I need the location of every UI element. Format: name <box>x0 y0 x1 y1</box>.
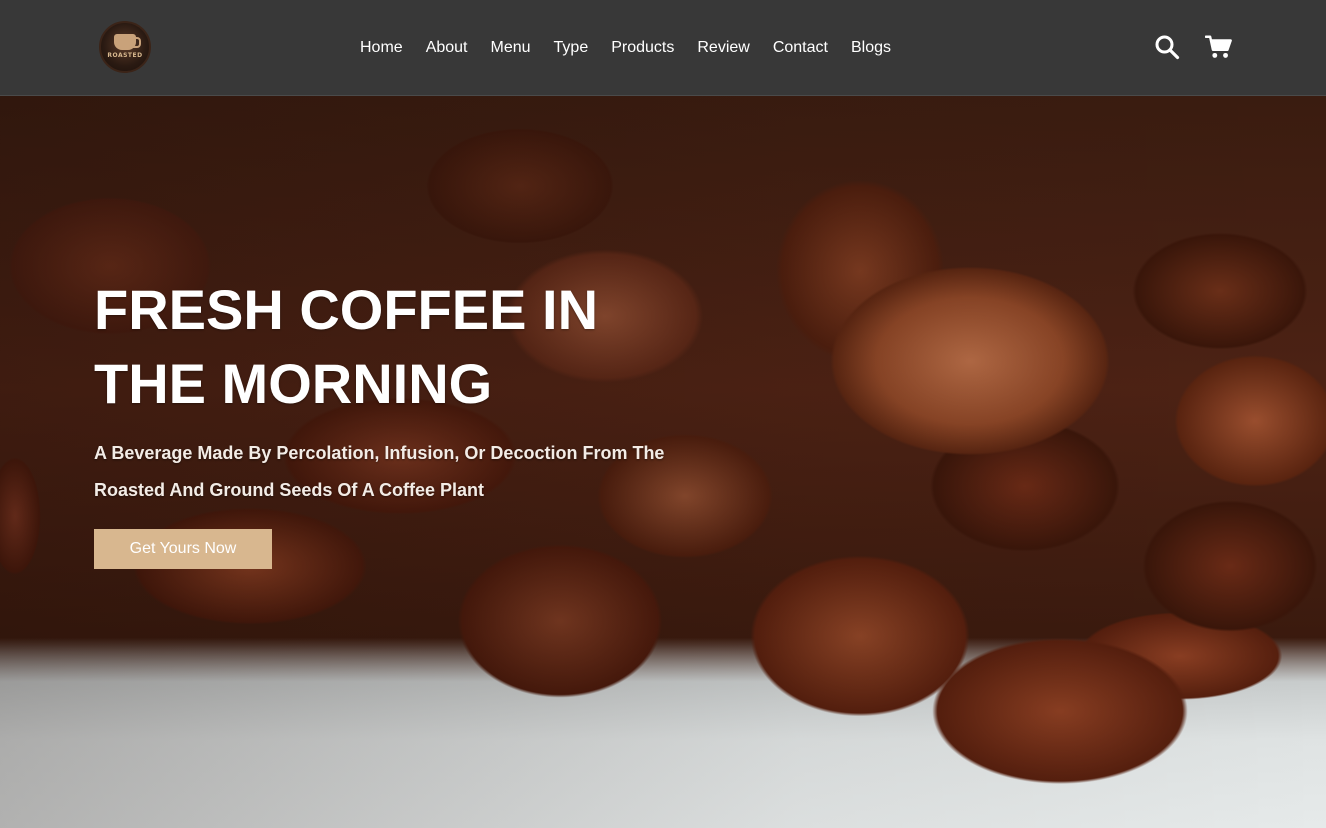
main-nav: Home About Menu Type Products Review Con… <box>360 0 914 96</box>
hero-subtitle: A Beverage Made By Percolation, Infusion… <box>94 443 665 500</box>
nav-review[interactable]: Review <box>697 40 749 56</box>
hero-title: FRESH COFFEE IN THE MORNING <box>94 278 599 415</box>
cart-icon <box>1205 35 1232 58</box>
search-icon <box>1155 35 1180 60</box>
nav-menu[interactable]: Menu <box>491 40 531 56</box>
brand-logo[interactable]: ROASTED <box>99 21 151 73</box>
cart-button[interactable] <box>1205 33 1233 61</box>
site-header: ROASTED Home About Menu Type Products Re… <box>0 0 1326 96</box>
header-actions <box>1153 33 1233 61</box>
nav-about[interactable]: About <box>426 40 468 56</box>
hero-section: FRESH COFFEE IN THE MORNING A Beverage M… <box>0 96 1326 828</box>
logo-text: ROASTED <box>107 51 143 59</box>
nav-contact[interactable]: Contact <box>773 40 828 56</box>
hero-content: FRESH COFFEE IN THE MORNING A Beverage M… <box>94 273 794 569</box>
nav-home[interactable]: Home <box>360 40 403 56</box>
coffee-cup-icon <box>114 33 141 50</box>
nav-type[interactable]: Type <box>554 40 589 56</box>
get-yours-now-button[interactable]: Get Yours Now <box>94 529 272 569</box>
nav-products[interactable]: Products <box>611 40 674 56</box>
nav-blogs[interactable]: Blogs <box>851 40 891 56</box>
search-button[interactable] <box>1153 33 1181 61</box>
